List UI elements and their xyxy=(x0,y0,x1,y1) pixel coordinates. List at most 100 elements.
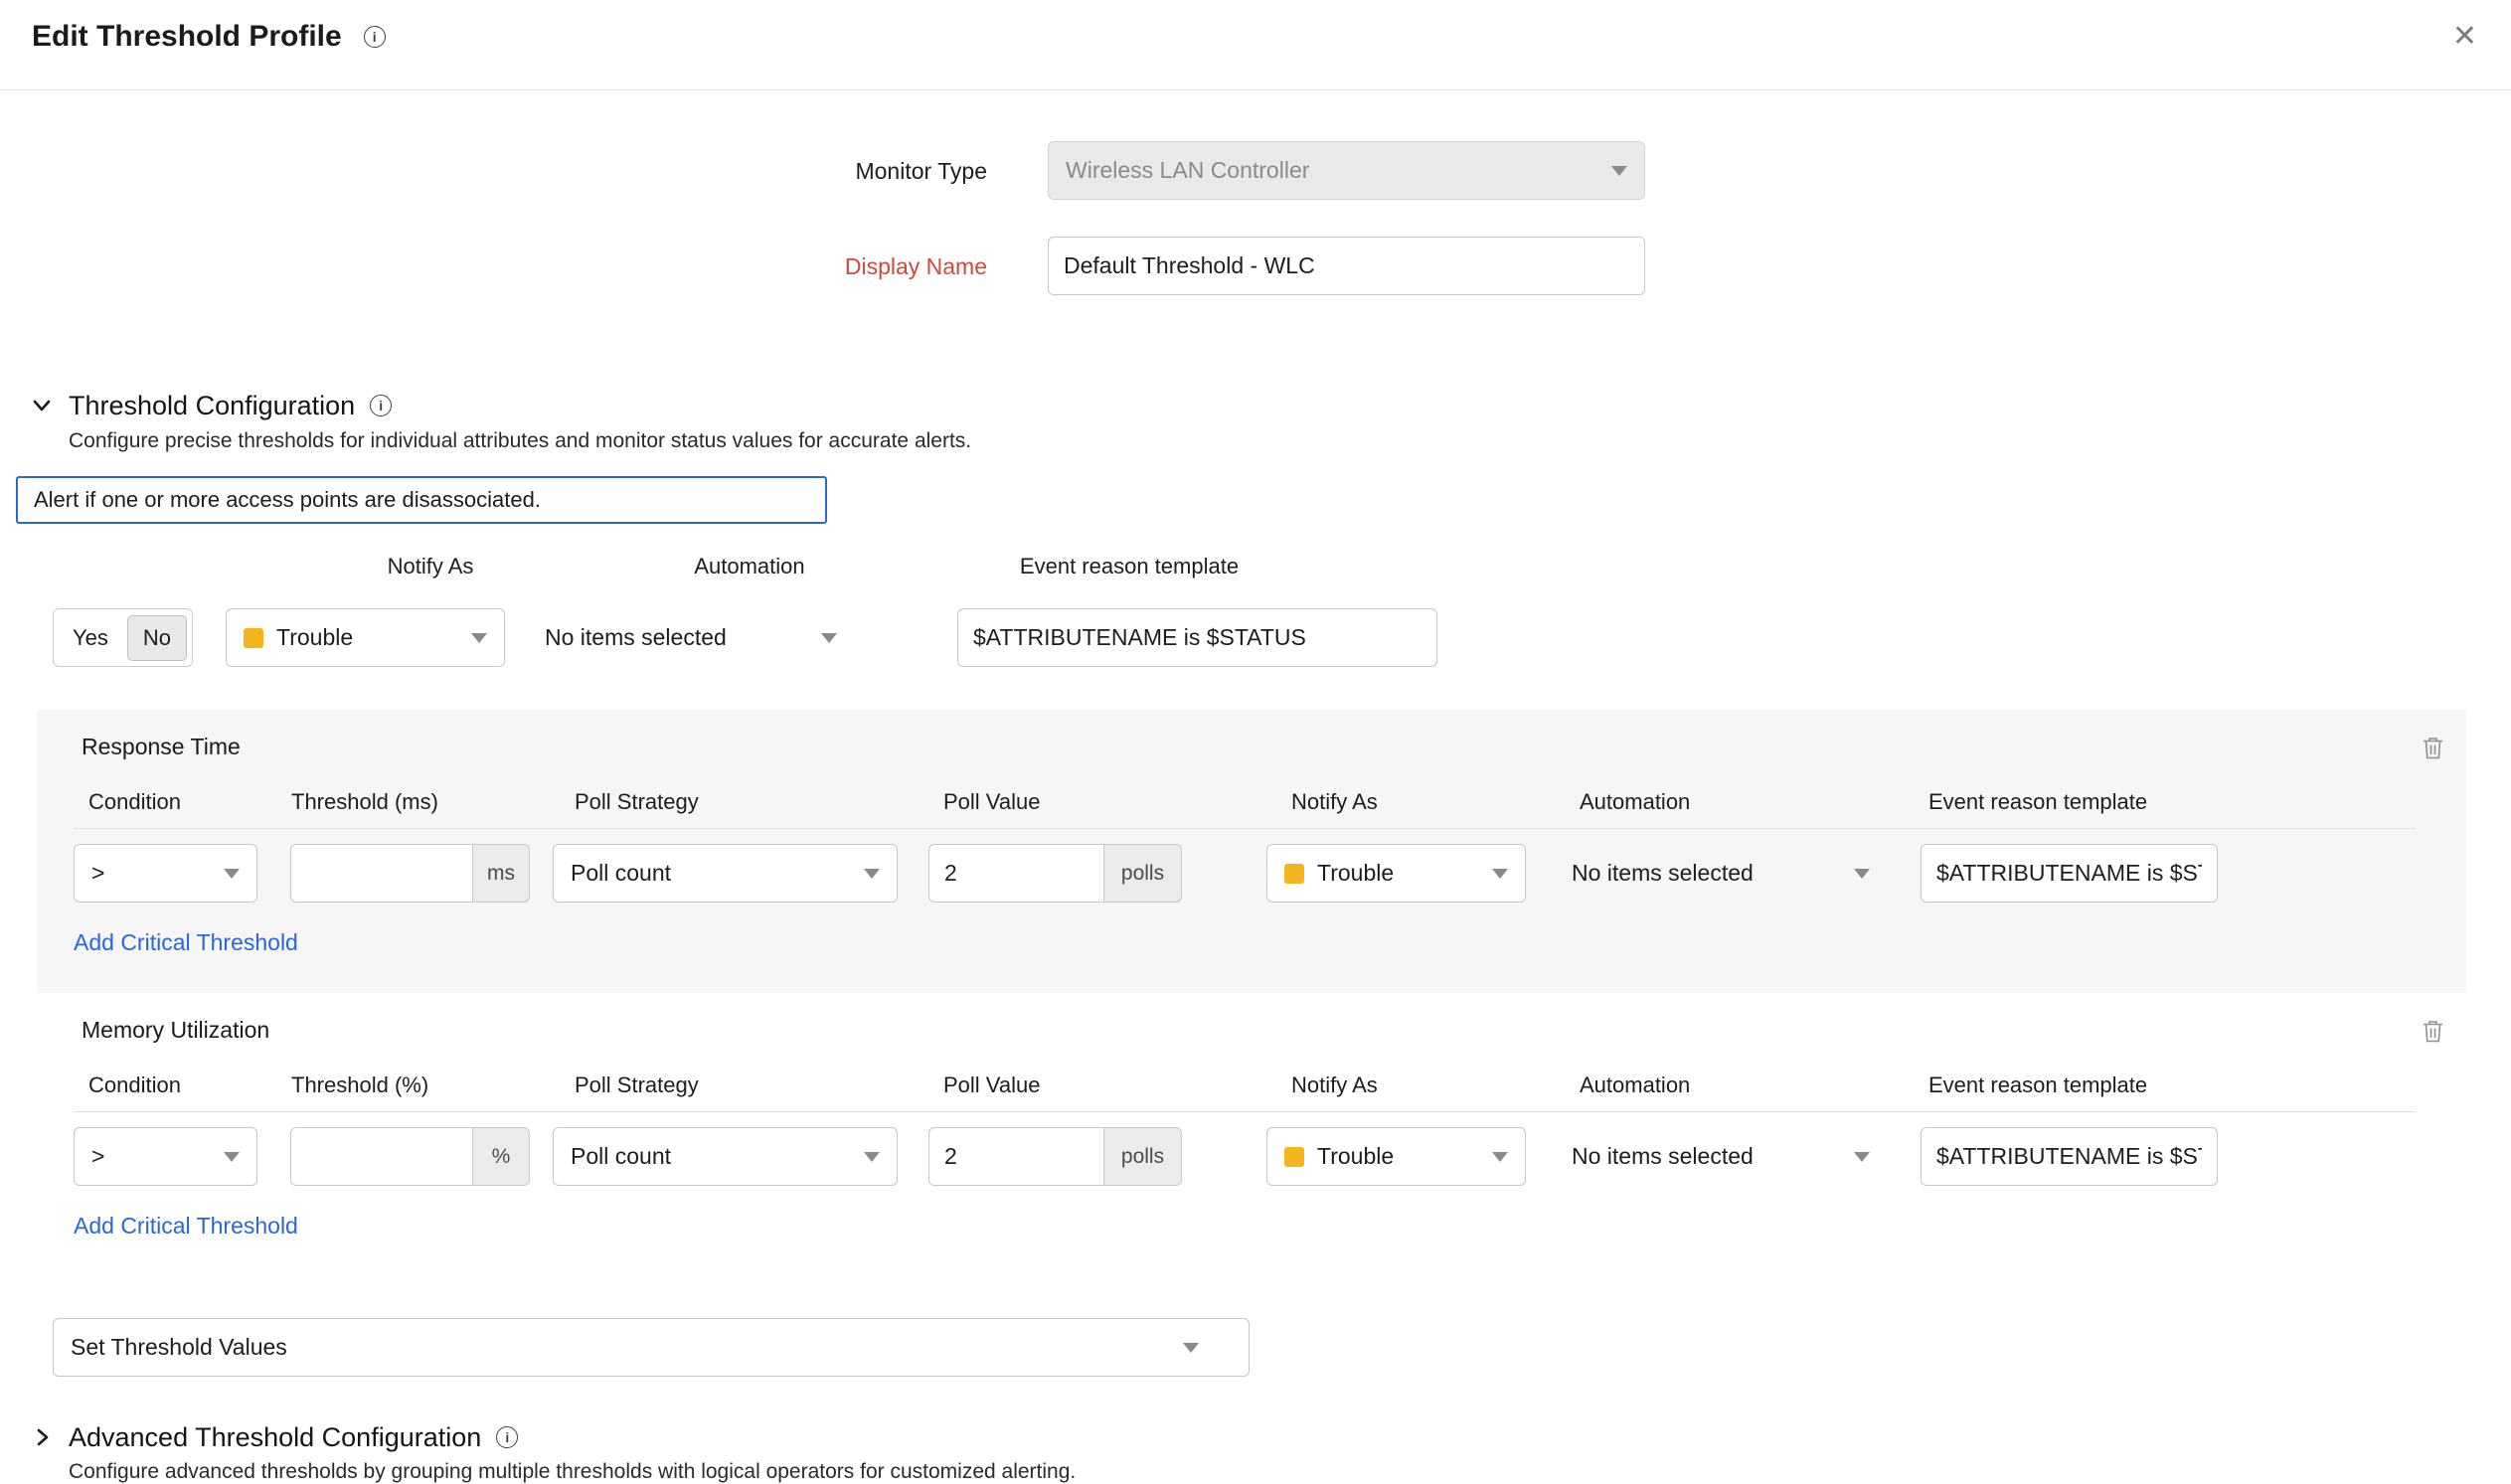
poll-value-input[interactable] xyxy=(928,844,1104,903)
automation-select[interactable]: No items selected xyxy=(545,608,837,667)
info-icon[interactable]: i xyxy=(496,1426,518,1448)
toggle-no-button[interactable]: No xyxy=(127,615,187,661)
section-title: Advanced Threshold Configuration xyxy=(69,1422,481,1453)
column-header-event-reason: Event reason template xyxy=(1928,1072,2147,1098)
chevron-down-icon xyxy=(864,1152,880,1162)
column-header-poll-value: Poll Value xyxy=(943,1072,1040,1098)
condition-select[interactable]: > xyxy=(74,844,257,903)
automation-value: No items selected xyxy=(545,624,727,651)
monitor-type-label: Monitor Type xyxy=(0,141,987,201)
column-header-event-reason: Event reason template xyxy=(1020,554,1239,579)
display-name-input[interactable] xyxy=(1048,237,1645,295)
notify-as-select[interactable]: Trouble xyxy=(1266,1127,1526,1186)
attribute-section-memory-utilization: Memory Utilization Condition Threshold (… xyxy=(37,993,2466,1276)
toggle-yes-button[interactable]: Yes xyxy=(54,625,127,651)
chevron-down-icon xyxy=(1492,869,1508,879)
delete-attribute-button[interactable] xyxy=(2422,736,2444,760)
monitor-type-select[interactable]: Wireless LAN Controller xyxy=(1048,141,1645,200)
dialog-header: Edit Threshold Profile i xyxy=(32,20,386,54)
status-alert-toggle: Yes No xyxy=(53,608,193,667)
polls-suffix: polls xyxy=(1104,1127,1182,1186)
chevron-down-icon xyxy=(471,633,487,643)
event-reason-template-input[interactable] xyxy=(957,608,1437,667)
condition-value: > xyxy=(91,1143,104,1170)
set-threshold-values-select[interactable]: Set Threshold Values xyxy=(53,1318,1250,1377)
trash-icon xyxy=(2422,736,2444,760)
section-description: Configure advanced thresholds by groupin… xyxy=(69,1460,1076,1484)
column-header-event-reason: Event reason template xyxy=(1928,789,2147,815)
event-reason-template-input[interactable] xyxy=(1921,844,2218,903)
trouble-color-swatch xyxy=(244,628,263,648)
poll-strategy-value: Poll count xyxy=(571,1143,671,1170)
status-alert-field[interactable]: Alert if one or more access points are d… xyxy=(16,476,827,524)
notify-as-select[interactable]: Trouble xyxy=(226,608,505,667)
chevron-right-icon[interactable] xyxy=(30,1425,54,1449)
section-title: Threshold Configuration xyxy=(69,391,355,421)
attribute-name: Response Time xyxy=(82,734,241,760)
header-divider xyxy=(74,828,2416,829)
advanced-threshold-configuration-header: Advanced Threshold Configuration i xyxy=(30,1420,518,1454)
chevron-down-icon xyxy=(224,869,240,879)
page-title: Edit Threshold Profile xyxy=(32,20,342,54)
poll-strategy-value: Poll count xyxy=(571,860,671,887)
chevron-down-icon[interactable] xyxy=(30,394,54,417)
automation-value: No items selected xyxy=(1572,1143,1754,1170)
set-threshold-values-label: Set Threshold Values xyxy=(71,1334,287,1361)
column-header-notify-as: Notify As xyxy=(388,554,474,579)
condition-select[interactable]: > xyxy=(74,1127,257,1186)
delete-attribute-button[interactable] xyxy=(2422,1019,2444,1044)
threshold-input[interactable] xyxy=(290,844,473,903)
column-header-notify-as: Notify As xyxy=(1291,789,1378,815)
status-alert-text: Alert if one or more access points are d… xyxy=(34,487,541,513)
chevron-down-icon xyxy=(864,869,880,879)
event-reason-template-input[interactable] xyxy=(1921,1127,2218,1186)
attribute-section-response-time: Response Time Condition Threshold (ms) P… xyxy=(37,710,2466,993)
trash-icon xyxy=(2422,1019,2444,1044)
monitor-type-value: Wireless LAN Controller xyxy=(1066,157,1309,184)
condition-value: > xyxy=(91,860,104,887)
chevron-down-icon xyxy=(821,633,837,643)
chevron-down-icon xyxy=(224,1152,240,1162)
polls-suffix: polls xyxy=(1104,844,1182,903)
chevron-down-icon xyxy=(1854,869,1870,879)
automation-value: No items selected xyxy=(1572,860,1754,887)
section-description: Configure precise thresholds for individ… xyxy=(69,429,971,453)
column-header-condition: Condition xyxy=(88,789,181,815)
column-header-threshold: Threshold (%) xyxy=(291,1072,428,1098)
automation-select[interactable]: No items selected xyxy=(1572,1127,1870,1186)
notify-as-value: Trouble xyxy=(276,624,353,651)
add-critical-threshold-link[interactable]: Add Critical Threshold xyxy=(74,929,298,956)
attribute-name: Memory Utilization xyxy=(82,1017,269,1044)
trouble-color-swatch xyxy=(1284,1147,1304,1167)
column-header-poll-value: Poll Value xyxy=(943,789,1040,815)
close-icon[interactable]: ✕ xyxy=(2452,22,2477,52)
poll-value-input[interactable] xyxy=(928,1127,1104,1186)
automation-select[interactable]: No items selected xyxy=(1572,844,1870,903)
trouble-color-swatch xyxy=(1284,864,1304,884)
column-header-condition: Condition xyxy=(88,1072,181,1098)
info-icon[interactable]: i xyxy=(364,26,386,48)
display-name-label: Display Name xyxy=(0,237,987,296)
column-header-notify-as: Notify As xyxy=(1291,1072,1378,1098)
column-header-poll-strategy: Poll Strategy xyxy=(575,1072,699,1098)
add-critical-threshold-link[interactable]: Add Critical Threshold xyxy=(74,1213,298,1239)
column-header-threshold: Threshold (ms) xyxy=(291,789,438,815)
header-divider xyxy=(74,1111,2416,1112)
chevron-down-icon xyxy=(1854,1152,1870,1162)
column-header-automation: Automation xyxy=(694,554,804,579)
unit-suffix: % xyxy=(473,1127,530,1186)
threshold-input[interactable] xyxy=(290,1127,473,1186)
notify-as-value: Trouble xyxy=(1317,1143,1394,1170)
info-icon[interactable]: i xyxy=(370,395,392,416)
header-divider xyxy=(0,89,2511,90)
column-header-automation: Automation xyxy=(1580,789,1690,815)
column-header-poll-strategy: Poll Strategy xyxy=(575,789,699,815)
unit-suffix: ms xyxy=(473,844,530,903)
notify-as-select[interactable]: Trouble xyxy=(1266,844,1526,903)
poll-strategy-select[interactable]: Poll count xyxy=(553,1127,898,1186)
column-header-automation: Automation xyxy=(1580,1072,1690,1098)
poll-strategy-select[interactable]: Poll count xyxy=(553,844,898,903)
chevron-down-icon xyxy=(1611,166,1627,176)
chevron-down-icon xyxy=(1492,1152,1508,1162)
notify-as-value: Trouble xyxy=(1317,860,1394,887)
